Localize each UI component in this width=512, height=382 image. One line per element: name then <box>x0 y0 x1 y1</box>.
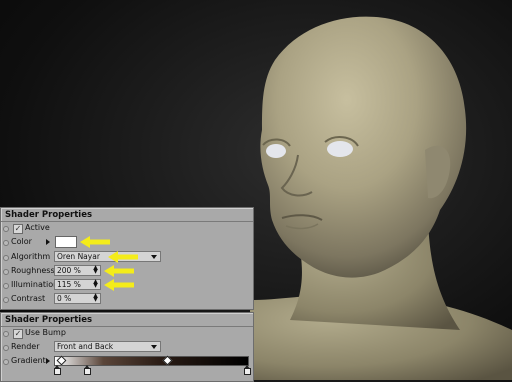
algorithm-value: Oren Nayar <box>57 252 100 261</box>
animate-dot-icon[interactable] <box>3 359 9 365</box>
use-bump-row: ✓ Use Bump <box>1 327 253 339</box>
gradient-knob-icon[interactable] <box>56 355 67 366</box>
expand-triangle-icon[interactable] <box>46 239 50 245</box>
illumination-value: 115 % <box>57 280 81 289</box>
expand-triangle-icon[interactable] <box>46 358 50 364</box>
use-bump-label: Use Bump <box>25 328 66 337</box>
illumination-input[interactable]: 115 % ▲ ▼ <box>54 279 101 290</box>
render-value: Front and Back <box>57 342 114 351</box>
gradient-stop-icon[interactable] <box>84 365 91 375</box>
yellow-arrow-icon <box>104 279 134 291</box>
animate-dot-icon[interactable] <box>3 331 9 337</box>
spinner-icon[interactable]: ▲ ▼ <box>93 293 98 303</box>
algorithm-label: Algorithm <box>11 252 51 261</box>
spinner-icon[interactable]: ▲ ▼ <box>93 265 98 275</box>
panel-title: Shader Properties <box>1 208 253 222</box>
animate-dot-icon[interactable] <box>3 297 9 303</box>
contrast-input[interactable]: 0 % ▲ ▼ <box>54 293 101 304</box>
roughness-value: 200 % <box>57 266 81 275</box>
contrast-label: Contrast <box>11 294 46 303</box>
panel-title: Shader Properties <box>1 313 253 327</box>
render-dropdown[interactable]: Front and Back <box>54 341 161 352</box>
roughness-label: Roughness <box>11 266 55 275</box>
gradient-stop-icon[interactable] <box>244 365 251 375</box>
illumination-label: Illumination <box>11 280 59 289</box>
color-swatch[interactable] <box>55 236 77 248</box>
render-label: Render <box>11 342 40 351</box>
animate-dot-icon[interactable] <box>3 345 9 351</box>
animate-dot-icon[interactable] <box>3 269 9 275</box>
contrast-row: Contrast 0 % ▲ ▼ <box>1 293 253 305</box>
checkbox-icon[interactable]: ✓ <box>13 224 23 234</box>
color-label: Color <box>11 237 32 246</box>
yellow-arrow-icon <box>80 236 110 248</box>
left-eye <box>266 144 286 158</box>
animate-dot-icon[interactable] <box>3 226 9 232</box>
right-eye <box>327 141 353 157</box>
gradient-knob-icon[interactable] <box>162 355 173 366</box>
color-row: Color <box>1 236 253 248</box>
contrast-value: 0 % <box>57 294 72 303</box>
dropdown-arrow-icon <box>151 345 157 349</box>
checkbox-icon[interactable]: ✓ <box>13 329 23 339</box>
animate-dot-icon[interactable] <box>3 283 9 289</box>
active-row: ✓ Active <box>1 222 253 234</box>
yellow-arrow-icon <box>104 265 134 277</box>
yellow-arrow-icon <box>108 251 138 263</box>
animate-dot-icon[interactable] <box>3 255 9 261</box>
active-label: Active <box>25 223 50 232</box>
gradient-bar[interactable] <box>54 355 251 375</box>
dropdown-arrow-icon <box>151 255 157 259</box>
head-model <box>250 16 512 380</box>
roughness-input[interactable]: 200 % ▲ ▼ <box>54 265 101 276</box>
gradient-label: Gradient <box>11 356 46 365</box>
animate-dot-icon[interactable] <box>3 240 9 246</box>
spinner-icon[interactable]: ▲ ▼ <box>93 279 98 289</box>
render-row: Render Front and Back <box>1 341 253 353</box>
bump-properties-panel: Shader Properties ✓ Use Bump Render Fron… <box>0 312 254 382</box>
gradient-stop-icon[interactable] <box>54 365 61 375</box>
gradient-row: Gradient <box>1 355 253 379</box>
